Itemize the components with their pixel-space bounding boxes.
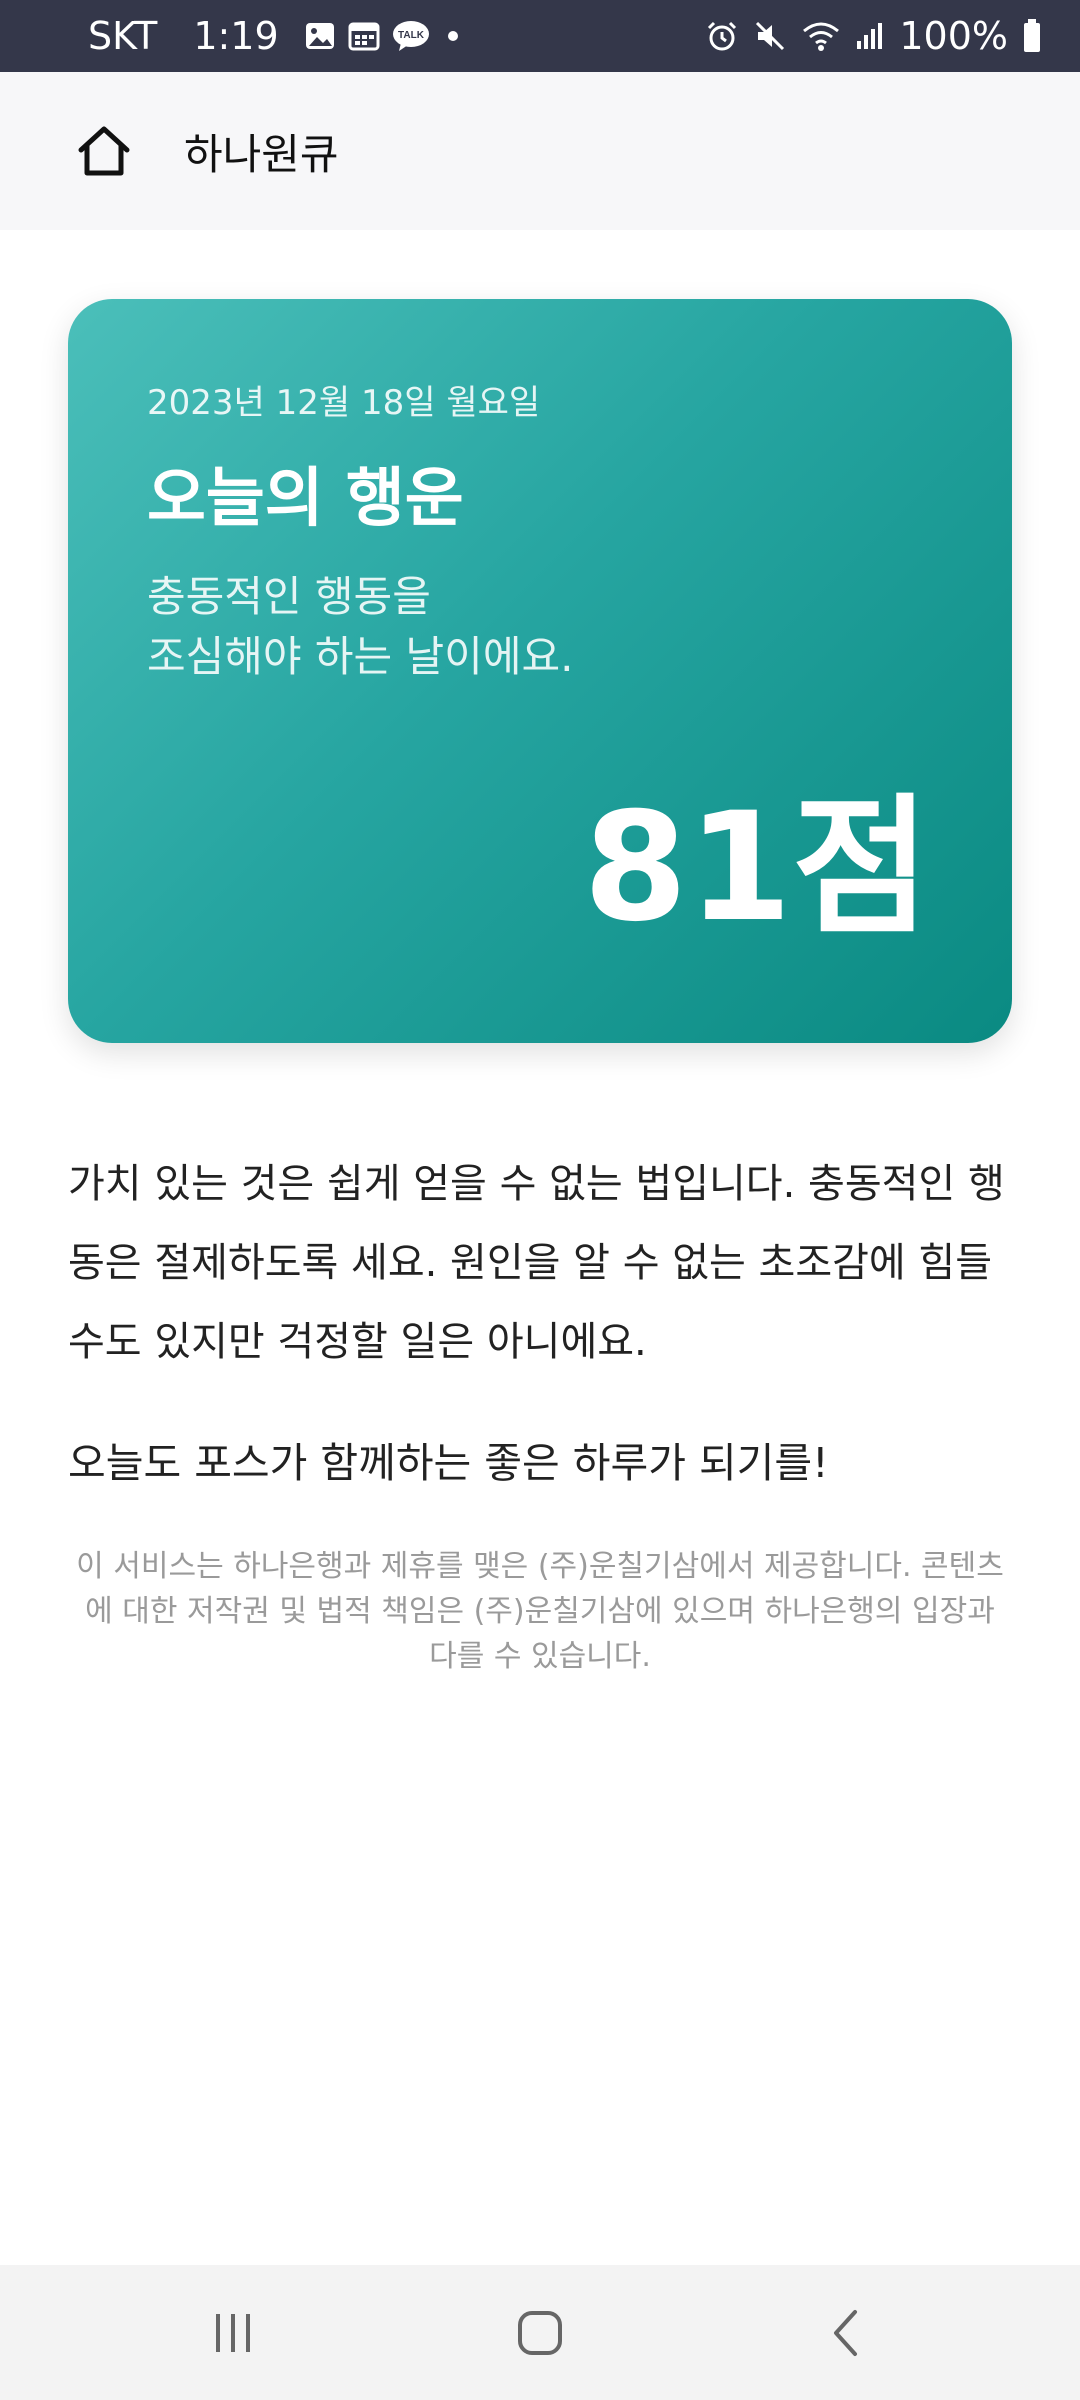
- fortune-card: 2023년 12월 18일 월요일 오늘의 행운 충동적인 행동을 조심해야 하…: [68, 299, 1012, 1043]
- signal-icon: [855, 19, 885, 53]
- fortune-description: 가치 있는 것은 쉽게 얻을 수 없는 법입니다. 충동적인 행 동은 절제하도…: [68, 1145, 1012, 1382]
- alarm-icon: [705, 19, 739, 53]
- battery-icon: [1022, 18, 1042, 54]
- disclaimer-line: 다를 수 있습니다.: [429, 1639, 651, 1674]
- mute-icon: [753, 19, 787, 53]
- fortune-score: 81점: [583, 781, 930, 955]
- fortune-message-line: 충동적인 행동을: [147, 572, 431, 621]
- fortune-closing: 오늘도 포스가 함께하는 좋은 하루가 되기를!: [68, 1439, 829, 1487]
- home-icon[interactable]: [74, 121, 134, 181]
- fortune-message-line: 조심해야 하는 날이에요.: [147, 632, 574, 681]
- fortune-title: 오늘의 행운: [147, 462, 464, 536]
- battery-percent: 100%: [899, 14, 1008, 58]
- status-bar: SKT 1:19 TALK 100%: [0, 0, 1080, 72]
- kakaotalk-icon: TALK: [391, 19, 431, 53]
- dot-icon: [441, 19, 465, 53]
- navigation-bar: [0, 2265, 1080, 2400]
- description-line: 동은 절제하도록 세요. 원인을 알 수 없는 초조감에 힘들: [68, 1240, 993, 1286]
- wifi-icon: [801, 19, 841, 53]
- description-line: 가치 있는 것은 쉽게 얻을 수 없는 법입니다. 충동적인 행: [68, 1161, 1005, 1207]
- back-icon[interactable]: [777, 2283, 917, 2383]
- calendar-icon: [347, 19, 381, 53]
- gallery-icon: [303, 19, 337, 53]
- status-right: 100%: [705, 14, 1042, 58]
- disclaimer-line: 에 대한 저작권 및 법적 책임은 (주)운칠기삼에 있으며 하나은행의 입장과: [85, 1594, 995, 1629]
- app-header: 하나원큐: [0, 72, 1080, 230]
- time-label: 1:19: [193, 14, 279, 58]
- status-left: SKT 1:19 TALK: [88, 14, 465, 58]
- fortune-date: 2023년 12월 18일 월요일: [147, 383, 541, 423]
- disclaimer: 이 서비스는 하나은행과 제휴를 맺은 (주)운칠기삼에서 제공합니다. 콘텐츠…: [68, 1544, 1012, 1679]
- recent-apps-icon[interactable]: [163, 2283, 303, 2383]
- home-button-icon[interactable]: [470, 2283, 610, 2383]
- description-line: 수도 있지만 걱정할 일은 아니에요.: [68, 1319, 647, 1365]
- kakaotalk-badge-text: TALK: [398, 30, 425, 41]
- disclaimer-line: 이 서비스는 하나은행과 제휴를 맺은 (주)운칠기삼에서 제공합니다. 콘텐츠: [76, 1549, 1004, 1584]
- app-title: 하나원큐: [184, 129, 339, 179]
- carrier-label: SKT: [88, 14, 158, 58]
- fortune-message: 충동적인 행동을 조심해야 하는 날이에요.: [147, 567, 573, 687]
